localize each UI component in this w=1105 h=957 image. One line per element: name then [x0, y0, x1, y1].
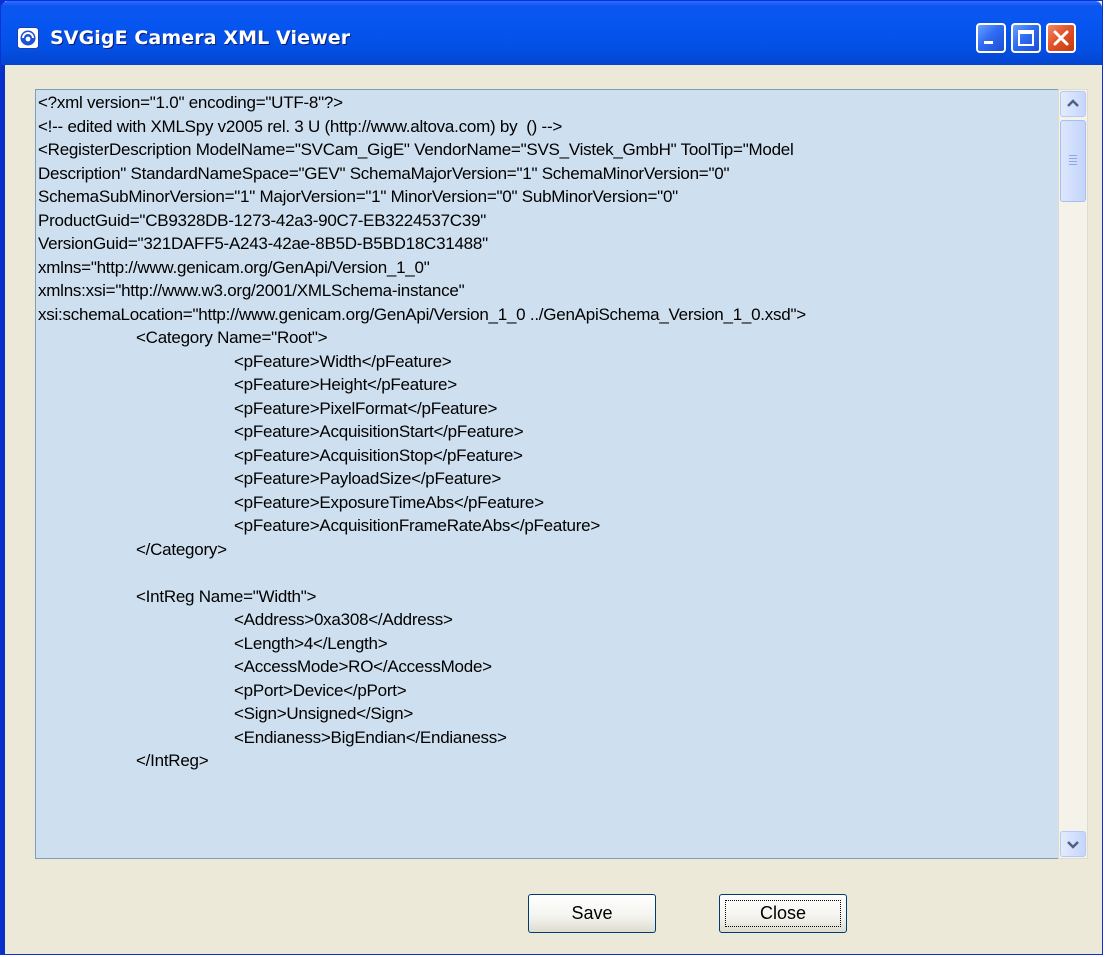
xml-line: <Endianess>BigEndian</Endianess> — [234, 727, 507, 747]
xml-line: <pFeature>AcquisitionFrameRateAbs</pFeat… — [234, 516, 601, 535]
xml-line: <pFeature>AcquisitionStart</pFeature> — [234, 422, 524, 441]
scroll-down-button[interactable] — [1060, 831, 1086, 857]
xml-line: Description" StandardNameSpace="GEV" Sch… — [38, 163, 730, 183]
vertical-scrollbar[interactable] — [1058, 89, 1088, 859]
xml-line — [38, 561, 1058, 585]
close-button[interactable]: Close — [719, 894, 847, 933]
xml-line: <Sign>Unsigned</Sign> — [234, 704, 414, 723]
xml-line: VersionGuid="321DAFF5-A243-42ae-8B5D-B5B… — [38, 234, 488, 253]
xml-line: xmlns="http://www.genicam.org/GenApi/Ver… — [38, 257, 430, 277]
xml-line: <!-- edited with XMLSpy v2005 rel. 3 U (… — [38, 116, 563, 136]
xml-line: <Category Name="Root"> — [136, 328, 328, 347]
maximize-button[interactable] — [1011, 23, 1041, 53]
xml-line: </IntReg> — [136, 751, 209, 770]
xml-line: <pFeature>AcquisitionStop</pFeature> — [234, 445, 523, 465]
title-bar[interactable]: SVGigE Camera XML Viewer — [1, 1, 1102, 65]
dialog-client-area: <?xml version="1.0" encoding="UTF-8"?> <!… — [5, 65, 1102, 954]
xml-line: <Length>4</Length> — [234, 633, 388, 653]
svgige-app-icon — [17, 27, 39, 49]
focus-rectangle — [725, 900, 841, 927]
scrollbar-grip — [1069, 155, 1077, 167]
window-title: SVGigE Camera XML Viewer — [50, 27, 351, 49]
scroll-up-button[interactable] — [1060, 91, 1086, 117]
save-button[interactable]: Save — [528, 894, 656, 933]
chevron-up-icon — [1067, 99, 1079, 107]
xml-line: <AccessMode>RO</AccessMode> — [234, 657, 492, 676]
xml-line: xsi:schemaLocation="http://www.genicam.o… — [38, 304, 806, 324]
maximize-icon — [1018, 30, 1034, 46]
xml-line: ProductGuid="CB9328DB-1273-42a3-90C7-EB3… — [38, 210, 487, 230]
xml-line: <RegisterDescription ModelName="SVCam_Gi… — [38, 140, 794, 159]
xml-line: <pFeature>Width</pFeature> — [234, 351, 452, 371]
xml-line: </Category> — [136, 539, 227, 559]
xml-line: <pFeature>PayloadSize</pFeature> — [234, 469, 502, 488]
xml-line: <pFeature>ExposureTimeAbs</pFeature> — [234, 492, 544, 512]
xml-viewer-window: SVGigE Camera XML Viewer <?xml version="… — [0, 0, 1103, 955]
xml-line: <?xml version="1.0" encoding="UTF-8"?> — [38, 93, 343, 112]
close-icon — [1053, 30, 1069, 46]
xml-line: <IntReg Name="Width"> — [136, 586, 317, 606]
xml-line: <pFeature>PixelFormat</pFeature> — [234, 398, 498, 418]
xml-line: <Address>0xa308</Address> — [234, 610, 453, 629]
xml-line: xmlns:xsi="http://www.w3.org/2001/XMLSch… — [38, 281, 465, 300]
close-window-button[interactable] — [1046, 23, 1076, 53]
chevron-down-icon — [1067, 841, 1079, 849]
xml-text-area[interactable]: <?xml version="1.0" encoding="UTF-8"?> <!… — [35, 89, 1059, 859]
xml-line: <pPort>Device</pPort> — [234, 680, 407, 700]
xml-line: <pFeature>Height</pFeature> — [234, 375, 457, 394]
minimize-icon — [984, 41, 993, 44]
xml-content: <?xml version="1.0" encoding="UTF-8"?> <!… — [38, 91, 1058, 773]
minimize-button[interactable] — [976, 23, 1006, 53]
scrollbar-thumb[interactable] — [1060, 120, 1086, 202]
xml-line: SchemaSubMinorVersion="1" MajorVersion="… — [38, 187, 678, 206]
